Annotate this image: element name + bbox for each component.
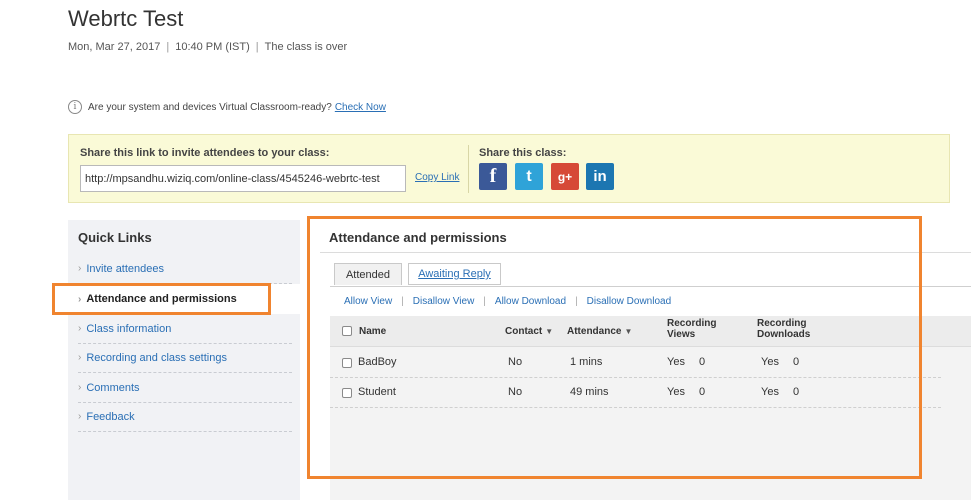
sidebar-item-label: Invite attendees [86,262,165,275]
readiness-notice: i Are your system and devices Virtual Cl… [68,100,386,114]
check-now-link[interactable]: Check Now [335,102,386,113]
share-box: Share this link to invite attendees to y… [68,134,950,203]
invite-link-input[interactable] [80,165,406,192]
class-meta: Mon, Mar 27, 2017 | 10:40 PM (IST) | The cla… [68,41,347,53]
linkedin-icon[interactable]: in [586,163,614,190]
sidebar-item-class-information[interactable]: › Class information [78,314,292,344]
chevron-right-icon: › [78,411,82,422]
sidebar-item-recording-settings[interactable]: › Recording and class settings [78,343,292,373]
sidebar-item-comments[interactable]: › Comments [78,373,292,403]
sidebar-item-label: Recording and class settings [86,351,227,364]
readiness-text: Are your system and devices Virtual Clas… [88,101,332,113]
info-icon: i [68,100,82,114]
sidebar-item-label: Comments [86,381,140,394]
sidebar-item-label: Feedback [86,410,135,423]
chevron-right-icon: › [78,323,82,334]
highlight-box-sidebar [52,283,271,315]
share-divider [468,145,469,193]
chevron-right-icon: › [78,382,82,393]
invite-label: Share this link to invite attendees to y… [80,147,330,159]
meta-separator: | [255,41,259,53]
highlight-box-panel [307,216,922,479]
meta-separator: | [166,41,170,53]
class-status: The class is over [264,41,348,53]
chevron-right-icon: › [78,263,82,274]
sidebar-item-invite-attendees[interactable]: › Invite attendees [78,254,292,284]
share-class-label: Share this class: [479,147,567,159]
copy-link-button[interactable]: Copy Link [415,172,459,183]
facebook-icon[interactable]: f [479,163,507,190]
quick-links-title: Quick Links [78,230,152,245]
quick-links-sidebar: Quick Links › Invite attendees › Attendanc… [68,220,300,500]
class-time: 10:40 PM (IST) [175,41,250,53]
chevron-right-icon: › [78,352,82,363]
sidebar-item-label: Class information [86,322,172,335]
class-date: Mon, Mar 27, 2017 [68,41,161,53]
sidebar-item-feedback[interactable]: › Feedback [78,402,292,432]
page-title: Webrtc Test [68,6,184,31]
twitter-icon[interactable]: t [515,163,543,190]
google-plus-icon[interactable]: g+ [551,163,579,190]
